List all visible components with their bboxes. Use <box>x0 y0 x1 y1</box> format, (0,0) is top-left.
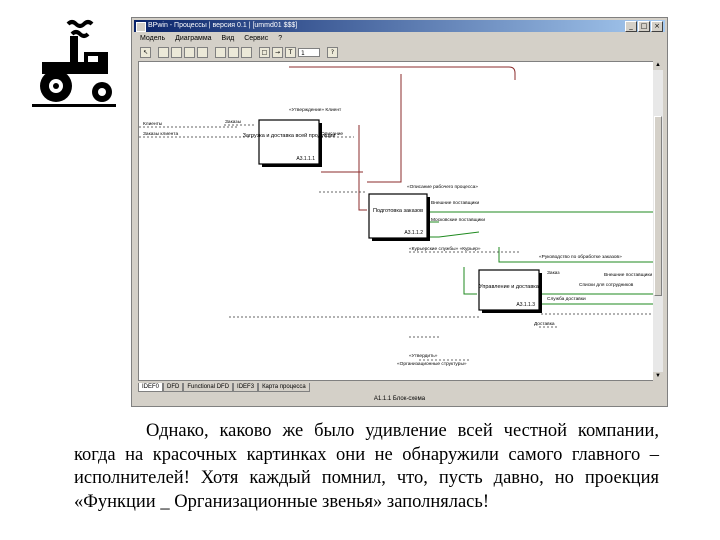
help-icon[interactable]: ? <box>327 46 338 58</box>
slide-caption: Однако, каково же было удивление всей че… <box>74 421 659 512</box>
window-title: BPwin - Процессы | версия 0.1 | [ummd01 … <box>148 22 298 29</box>
tab-idef3[interactable]: IDEF3 <box>233 383 259 392</box>
app-icon <box>136 22 146 32</box>
menu-bar: Модель Диаграмма Вид Сервис ? <box>134 33 665 44</box>
box-label: Управление и доставка <box>479 284 540 290</box>
tab-functional-dfd[interactable]: Functional DFD <box>183 383 234 392</box>
vertical-scrollbar[interactable]: ▲ ▼ <box>653 61 663 381</box>
process-box[interactable]: Управление и доставка А3.1.1.3 <box>478 269 542 313</box>
window-titlebar[interactable]: BPwin - Процессы | версия 0.1 | [ummd01 … <box>134 20 665 32</box>
menu-help[interactable]: ? <box>278 33 282 44</box>
diagram-canvas[interactable]: Загрузка и доставка всей продукции А3.1.… <box>138 61 655 381</box>
arrow-label: Клиенты <box>143 121 163 127</box>
box-id: А3.1.1.3 <box>516 302 535 308</box>
minimize-button[interactable]: _ <box>625 21 637 32</box>
arrow-tool-icon[interactable]: → <box>272 46 283 58</box>
arrow-label: Московские поставщики <box>431 217 485 223</box>
status-bar: А1.1.1 Блок-схема <box>373 396 426 402</box>
pointer-tool-icon[interactable]: ↖ <box>140 46 151 58</box>
diagram-tabs: IDEF0 DFD Functional DFD IDEF3 Карта про… <box>138 383 310 392</box>
tractor-logo-icon <box>32 20 116 107</box>
arrow-label: «Утверждение» Клиент <box>289 107 342 113</box>
arrow-label: Внешние поставщики <box>604 272 652 278</box>
maximize-button[interactable]: □ <box>638 21 650 32</box>
tab-dfd[interactable]: DFD <box>163 383 184 392</box>
arrow-label: «Описание рабочего процесса» <box>407 184 478 190</box>
close-button[interactable]: × <box>651 21 663 32</box>
open-icon[interactable] <box>171 46 182 58</box>
tab-idef0[interactable]: IDEF0 <box>138 383 164 392</box>
toolbar: ↖ □ → T 1 ? <box>134 45 665 59</box>
arrow-label: «Утвердить» <box>409 353 438 359</box>
box-id: А3.1.1.1 <box>296 156 315 162</box>
scroll-thumb[interactable] <box>654 116 662 296</box>
box-id: А3.1.1.2 <box>404 230 423 236</box>
new-icon[interactable] <box>158 46 169 58</box>
save-icon[interactable] <box>184 46 195 58</box>
cut-icon[interactable] <box>215 46 226 58</box>
arrow-label: Заказы <box>225 119 242 125</box>
menu-model[interactable]: Модель <box>140 33 165 44</box>
menu-tools[interactable]: Сервис <box>244 33 268 44</box>
menu-diagram[interactable]: Диаграмма <box>175 33 211 44</box>
arrow-label: Доставка <box>534 321 555 327</box>
zoom-select[interactable]: 1 <box>298 47 320 57</box>
tab-process-map[interactable]: Карта процесса <box>258 383 310 392</box>
box-label: Подготовка заказов <box>373 208 423 214</box>
arrow-label: «Курьерские службы» «Курьер» <box>409 246 481 252</box>
scroll-up-icon[interactable]: ▲ <box>653 61 663 70</box>
box-tool-icon[interactable]: □ <box>259 46 270 58</box>
arrow-label: Описание <box>321 131 343 137</box>
scroll-down-icon[interactable]: ▼ <box>653 372 663 381</box>
arrow-label: Заказы клиента <box>143 131 178 137</box>
arrow-label: Заказ <box>547 270 560 276</box>
arrow-label: Внешние поставщики <box>431 200 479 206</box>
menu-view[interactable]: Вид <box>222 33 235 44</box>
bpwin-window: BPwin - Процессы | версия 0.1 | [ummd01 … <box>131 17 668 407</box>
arrow-label: Списки для сотрудников <box>579 282 634 288</box>
arrow-label: «Организационные структуры» <box>397 361 467 367</box>
text-tool-icon[interactable]: T <box>285 46 296 58</box>
process-box[interactable]: Загрузка и доставка всей продукции А3.1.… <box>243 119 336 167</box>
arrow-label: Служба доставки <box>547 296 586 302</box>
copy-icon[interactable] <box>228 46 239 58</box>
print-icon[interactable] <box>197 46 208 58</box>
process-box[interactable]: Подготовка заказов А3.1.1.2 <box>368 193 430 241</box>
arrow-label: «Руководство по обработке заказов» <box>539 254 622 260</box>
paste-icon[interactable] <box>241 46 252 58</box>
idef0-diagram: Загрузка и доставка всей продукции А3.1.… <box>139 66 654 367</box>
